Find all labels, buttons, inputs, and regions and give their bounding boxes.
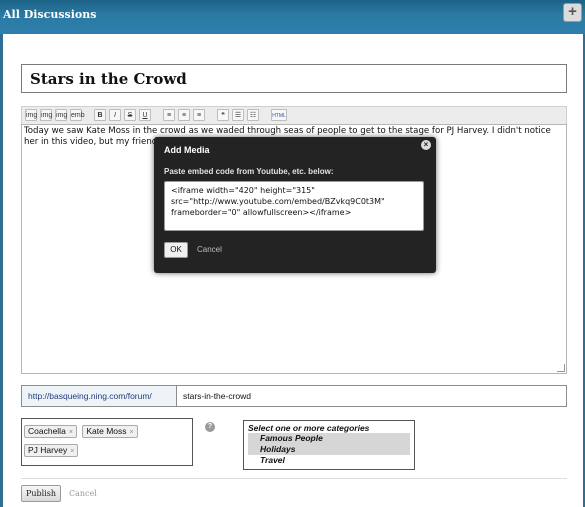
resize-handle-icon[interactable] <box>557 364 565 372</box>
tags-input[interactable]: Coachella × Kate Moss × PJ Harvey × <box>21 418 193 466</box>
remove-tag-icon[interactable]: × <box>70 448 74 455</box>
ok-button[interactable]: OK <box>164 242 188 258</box>
blockquote-icon[interactable]: ❝ <box>217 109 229 121</box>
insert-link-icon[interactable]: img <box>40 109 52 121</box>
strikethrough-icon[interactable]: S <box>124 109 136 121</box>
align-left-icon[interactable]: ≡ <box>163 109 175 121</box>
cancel-link[interactable]: Cancel <box>69 489 97 498</box>
italic-icon[interactable]: I <box>109 109 121 121</box>
publish-button[interactable]: Publish <box>21 485 61 502</box>
url-slug-input[interactable]: stars-in-the-crowd <box>176 385 567 407</box>
remove-tag-icon[interactable]: × <box>130 429 134 436</box>
tag-label: Kate Moss <box>86 426 127 436</box>
tag-chip: PJ Harvey × <box>24 444 79 457</box>
tag-label: PJ Harvey <box>28 445 68 455</box>
tag-chip: Kate Moss × <box>82 425 138 438</box>
remove-tag-icon[interactable]: × <box>69 429 73 436</box>
numbered-list-icon[interactable]: ☷ <box>247 109 259 121</box>
dialog-instruction: Paste embed code from Youtube, etc. belo… <box>164 167 334 176</box>
add-media-dialog: Add Media × Paste embed code from Youtub… <box>154 137 436 273</box>
underline-icon[interactable]: U <box>139 109 151 121</box>
editor-toolbar: img img img emb B I S U ≡ ≡ ≡ ❝ ☰ ☷ HTML <box>21 106 567 124</box>
add-button[interactable]: + <box>563 3 582 22</box>
dialog-cancel-link[interactable]: Cancel <box>197 245 222 254</box>
page-title[interactable]: All Discussions <box>3 8 96 21</box>
category-option[interactable]: Famous People <box>248 433 410 444</box>
insert-media-icon[interactable]: emb <box>70 109 85 121</box>
category-option[interactable]: Holidays <box>248 444 410 455</box>
close-icon[interactable]: × <box>421 140 431 150</box>
discussion-form: Stars in the Crowd img img img emb B I S… <box>3 34 583 507</box>
category-heading: Select one or more categories <box>248 423 370 433</box>
title-input[interactable]: Stars in the Crowd <box>21 64 567 93</box>
tag-chip: Coachella × <box>24 425 77 438</box>
tag-label: Coachella <box>28 426 66 436</box>
category-option[interactable]: Travel <box>248 455 410 466</box>
bold-icon[interactable]: B <box>94 109 106 121</box>
divider <box>21 478 567 479</box>
insert-photo-icon[interactable]: img <box>55 109 67 121</box>
html-source-icon[interactable]: HTML <box>271 109 287 121</box>
header-bar: All Discussions + <box>0 0 585 34</box>
embed-code-input[interactable]: <iframe width="420" height="315" src="ht… <box>164 181 424 231</box>
category-select[interactable]: Select one or more categories Famous Peo… <box>243 420 415 470</box>
url-prefix: http://basqueing.ning.com/forum/ <box>21 385 176 407</box>
align-center-icon[interactable]: ≡ <box>178 109 190 121</box>
help-icon[interactable]: ? <box>205 422 215 432</box>
dialog-title: Add Media <box>164 145 210 155</box>
bullet-list-icon[interactable]: ☰ <box>232 109 244 121</box>
insert-image-icon[interactable]: img <box>25 109 37 121</box>
align-right-icon[interactable]: ≡ <box>193 109 205 121</box>
